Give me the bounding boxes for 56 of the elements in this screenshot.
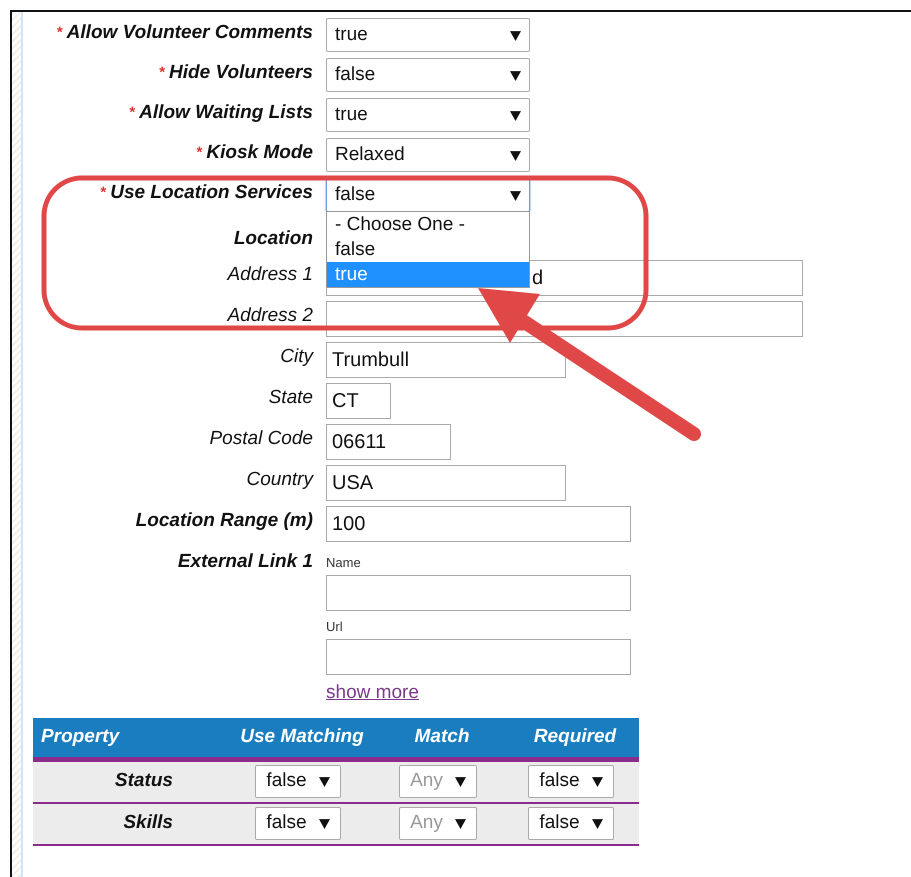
dropdown-arrow-icon [510, 70, 521, 80]
field-label: City [279, 345, 313, 369]
dropdown-arrow-icon [510, 150, 521, 160]
field-label: Address 2 [226, 304, 313, 328]
field-label: Use Location Services [110, 182, 313, 203]
input-field[interactable]: Trumbull [326, 342, 566, 378]
dropdown-arrow-icon [510, 30, 521, 40]
required-mark: * [100, 184, 106, 201]
field-label: External Link 1 [176, 550, 313, 574]
required-mark: * [56, 24, 63, 41]
dropdown-arrow-icon [318, 776, 330, 787]
show-more-link[interactable]: show more [326, 679, 419, 708]
select-dropdown[interactable]: false [255, 807, 341, 840]
column-header: Property [40, 724, 121, 749]
field-label: Allow Volunteer Comments [66, 22, 313, 43]
input-field[interactable]: 100 [326, 506, 631, 542]
field-label: Location Range (m) [134, 509, 313, 533]
field-label: Kiosk Mode [206, 142, 313, 163]
input-field[interactable] [326, 639, 631, 675]
dropdown-arrow-icon [454, 776, 466, 787]
field-label: Postal Code [208, 427, 313, 451]
field-caption: Url [326, 619, 344, 635]
dropdown-option[interactable]: - Choose One - [327, 212, 529, 237]
column-header: Match [414, 724, 470, 749]
field-label: Location [232, 227, 313, 251]
property-name: Skills [122, 811, 174, 836]
column-header: Use Matching [239, 724, 365, 749]
dropdown-arrow-icon [510, 110, 521, 120]
field-caption: Name [326, 555, 362, 571]
column-header: Required [532, 724, 618, 749]
dropdown-option[interactable]: false [327, 237, 529, 262]
input-field[interactable]: CT [326, 383, 391, 419]
dropdown-arrow-icon [454, 818, 466, 829]
property-name: Status [114, 769, 174, 794]
dropdown-arrow-icon [592, 776, 603, 787]
field-label: Address 1 [226, 263, 313, 287]
select-dropdown[interactable]: false [255, 765, 341, 798]
select-dropdown[interactable]: false [326, 58, 530, 92]
field-label: Country [245, 468, 313, 492]
field-label: Hide Volunteers [169, 62, 313, 83]
select-dropdown[interactable]: false [528, 807, 614, 840]
field-label: State [268, 386, 313, 410]
required-mark: * [129, 104, 136, 121]
input-field[interactable] [326, 575, 631, 611]
field-label: Allow Waiting Lists [139, 102, 313, 123]
required-mark: * [196, 144, 202, 161]
dropdown-arrow-icon [318, 818, 330, 829]
select-dropdown[interactable]: true [326, 98, 530, 132]
select-dropdown[interactable]: true [326, 18, 530, 52]
select-dropdown[interactable]: false [528, 765, 614, 798]
input-field[interactable]: USA [326, 465, 566, 501]
dropdown-arrow-icon [510, 190, 521, 200]
input-field[interactable]: 06611 [326, 424, 451, 460]
required-mark: * [159, 64, 166, 81]
dropdown-arrow-icon [592, 818, 603, 829]
select-dropdown[interactable]: Relaxed [326, 138, 530, 172]
